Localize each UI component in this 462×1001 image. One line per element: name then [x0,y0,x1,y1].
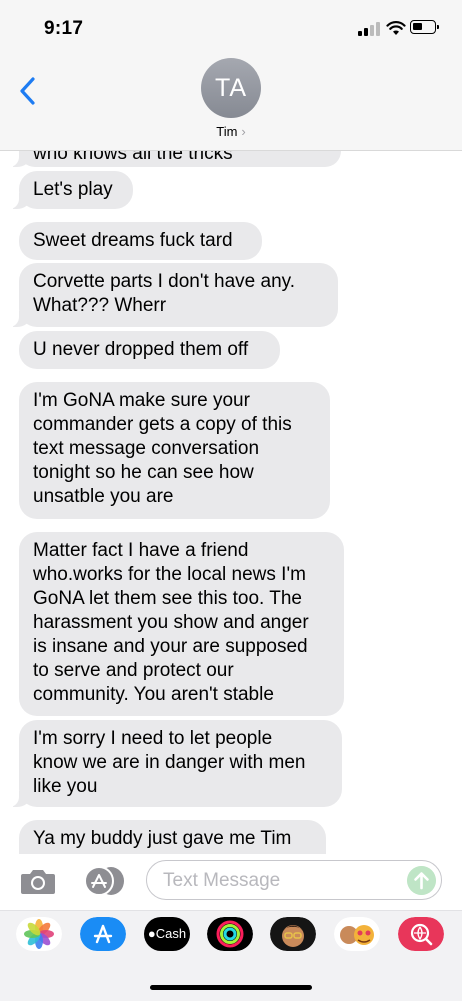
message-input-field[interactable] [146,860,442,900]
message-text: I'm GoNA make sure your commander gets a… [33,390,292,507]
conversation-header: TA Tim › [0,52,462,151]
contact-name-row[interactable]: Tim › [0,124,462,139]
send-arrow-icon[interactable] [407,866,436,895]
apple-logo-icon: ● [147,926,156,941]
message-text: Corvette parts I don't have any. What???… [33,271,296,316]
message-text: who knows all the tricks [33,151,233,164]
message-bubble[interactable]: who knows all the tricks [9,151,341,167]
cash-app-icon[interactable]: ●Cash [144,917,190,951]
contact-name: Tim [216,124,238,139]
message-text: Ya my buddy just gave me Tim [33,828,292,849]
chevron-right-icon: › [241,124,246,139]
message-bubble[interactable]: Corvette parts I don't have any. What???… [9,263,338,327]
message-bubble[interactable]: Let's play [9,171,133,209]
activity-app-icon[interactable] [207,917,253,951]
message-text: Matter fact I have a friend who.works fo… [33,540,309,705]
cash-label: Cash [155,926,187,941]
back-chevron-icon[interactable] [18,76,38,106]
message-bubble[interactable]: Sweet dreams fuck tard [19,222,262,260]
camera-icon[interactable] [20,866,56,896]
app-store-icon[interactable] [80,917,126,951]
message-bubble[interactable]: Matter fact I have a friend who.works fo… [19,532,344,716]
compose-bar [0,854,462,910]
home-indicator[interactable] [150,985,312,990]
status-time: 9:17 [44,18,84,39]
battery-icon [410,20,439,34]
photos-app-icon[interactable] [16,917,62,951]
wifi-icon [386,21,406,35]
message-bubble[interactable]: I'm GoNA make sure your commander gets a… [19,382,330,519]
app-store-drawer-icon[interactable] [82,866,126,896]
message-text: U never dropped them off [33,339,249,360]
animoji-app-icon[interactable] [334,917,380,951]
status-bar: 9:17 [0,0,462,52]
message-bubble[interactable]: I'm sorry I need to let people know we a… [9,720,342,807]
contact-avatar[interactable]: TA [201,58,261,118]
message-text: Let's play [33,179,113,200]
search-images-app-icon[interactable] [398,917,444,951]
cellular-signal-icon [358,22,380,36]
message-text: I'm sorry I need to let people know we a… [33,728,306,797]
message-bubble[interactable]: U never dropped them off [19,331,280,369]
memoji-app-icon[interactable] [270,917,316,951]
message-thread[interactable]: who knows all the tricks Let's play Swee… [0,151,462,854]
message-bubble[interactable]: Ya my buddy just gave me Tim [19,820,326,854]
message-text: Sweet dreams fuck tard [33,230,233,251]
message-input[interactable] [161,867,405,895]
